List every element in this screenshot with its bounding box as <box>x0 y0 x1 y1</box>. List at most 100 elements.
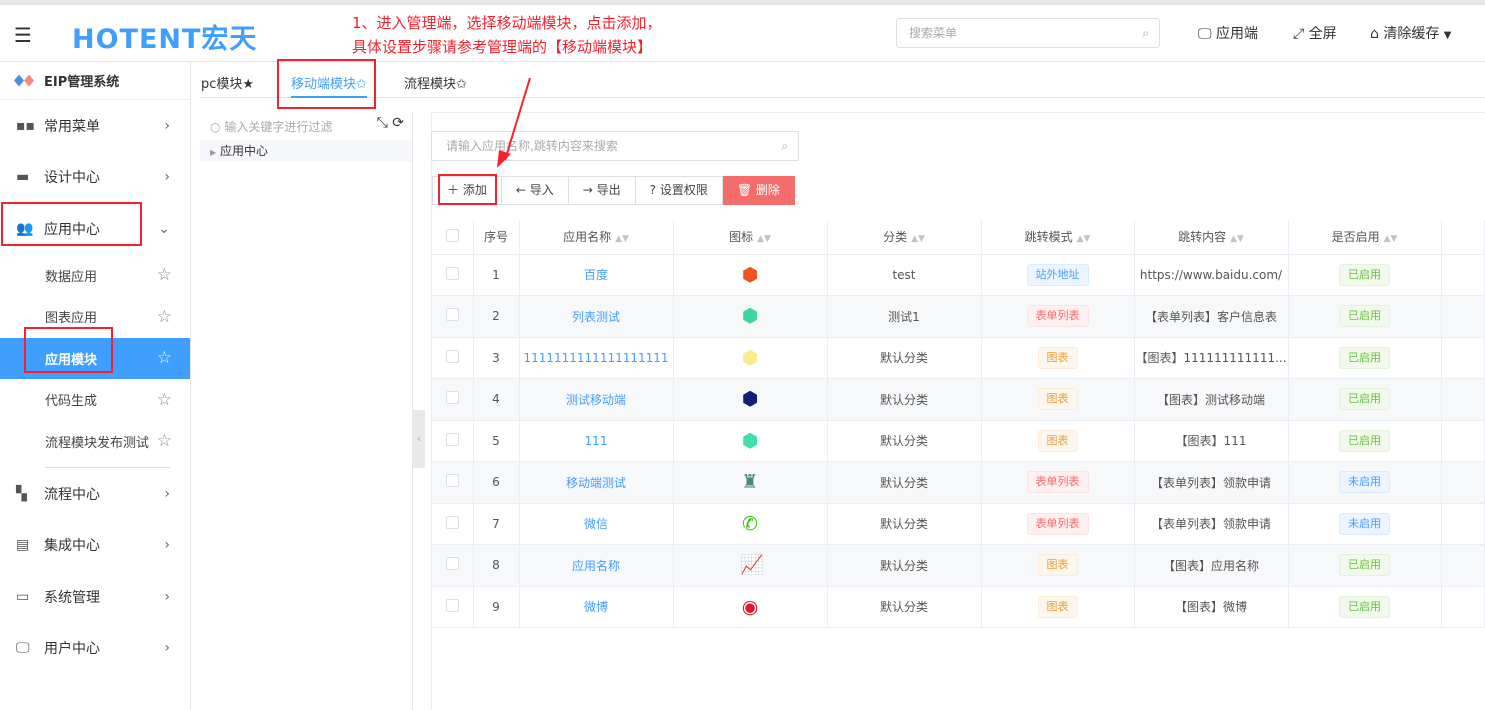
search-icon[interactable]: ⌕ <box>781 132 788 160</box>
row-checkbox[interactable] <box>445 266 459 280</box>
row-checkbox[interactable] <box>445 557 459 571</box>
sort-icon[interactable]: ▲▼ <box>911 234 925 244</box>
status-cell: 已启用 <box>1288 420 1442 462</box>
sidebar-sub-code-gen[interactable]: 代码生成 ☆ <box>0 379 190 421</box>
permission-button[interactable]: ? 设置权限 <box>635 176 723 205</box>
column-header[interactable]: 是否启用 ▲▼ <box>1288 220 1442 255</box>
expand-icon[interactable]: ⤡ <box>377 115 388 131</box>
status-cell: 已启用 <box>1288 378 1442 421</box>
refresh-icon[interactable]: ⟳ <box>392 115 404 131</box>
row-checkbox[interactable] <box>445 432 459 446</box>
category-cell: 默认分类 <box>827 420 982 462</box>
table-row[interactable]: 1 百度 ⬢ test 站外地址 https://www.baidu.com/已启用 <box>432 254 1485 296</box>
row-select-cell <box>432 461 474 504</box>
delete-button[interactable]: 🗑 删除 <box>722 176 795 205</box>
column-header[interactable]: 跳转内容 ▲▼ <box>1134 220 1289 255</box>
brand-name: EIP管理系统 <box>44 75 120 90</box>
cube-icon: ⬢ <box>741 388 759 411</box>
app-search-input[interactable]: 请输入应用名称,跳转内容来搜索 ⌕ <box>431 131 799 161</box>
table-row[interactable]: 9 微博 ◉ 默认分类 图表 【图表】微博 已启用 <box>432 586 1485 628</box>
sidebar-sub-data-app[interactable]: 数据应用 ☆ <box>0 255 190 297</box>
table-row[interactable]: 4 测试移动端 ⬢ 默认分类 图表 【图表】测试移动端 已启用 <box>432 378 1485 421</box>
search-icon: ○ <box>210 120 221 134</box>
app-name-link[interactable]: 测试移动端 <box>566 393 626 407</box>
sub-label: 代码生成 <box>45 394 98 410</box>
mode-tag: 表单列表 <box>1026 512 1089 535</box>
tree-panel: ○ 输入关键字进行过滤 ⤡ ⟳ ▶ 应用中心 <box>200 112 413 710</box>
apps-icon: ▚ <box>16 485 27 502</box>
icon-cell: ✆ <box>673 503 828 545</box>
sidebar-item-design-center[interactable]: ▬ 设计中心 › <box>0 152 190 204</box>
app-name-cell: 应用名称 <box>519 544 674 587</box>
tree-node-app-center[interactable]: ▶ 应用中心 <box>200 140 412 162</box>
table-row[interactable]: 3 1111111111111111111 ⬢ 默认分类 图表 【图表】111111111… <box>432 337 1485 379</box>
row-checkbox[interactable] <box>445 391 459 405</box>
table-row[interactable]: 6 移动端测试 ♜ 默认分类 表单列表 【表单列表】领款申请 未启用 <box>432 461 1485 504</box>
sidebar-item-user-center[interactable]: 🖵 用户中心 › <box>0 623 190 675</box>
import-button[interactable]: ← 导入 <box>501 176 569 205</box>
select-all-checkbox[interactable] <box>445 228 459 242</box>
row-checkbox[interactable] <box>445 598 459 612</box>
star-icon[interactable]: ☆ <box>157 348 172 368</box>
app-name-cell: 微信 <box>519 503 674 545</box>
star-icon[interactable]: ☆ <box>157 307 172 327</box>
column-header[interactable]: 应用名称 ▲▼ <box>519 220 674 255</box>
icon-cell: ◉ <box>673 586 828 628</box>
collapse-handle[interactable]: ‹ <box>413 410 425 468</box>
sidebar-sub-flow-publish[interactable]: 流程模块发布测试 ☆ <box>0 421 190 463</box>
sort-icon[interactable]: ▲▼ <box>615 234 629 244</box>
sort-icon[interactable]: ▲▼ <box>757 234 771 244</box>
tab-pc-module[interactable]: pc模块★ <box>201 73 254 92</box>
fullscreen-button[interactable]: ⤢ 全屏 <box>1293 23 1337 43</box>
export-button[interactable]: → 导出 <box>568 176 636 205</box>
annotation-line: 1、进入管理端，选择移动端模块，点击添加， <box>352 14 662 32</box>
tab-flow-module[interactable]: 流程模块✩ <box>404 73 467 92</box>
sidebar-item-flow-center[interactable]: ▚ 流程中心 › <box>0 468 190 520</box>
cube-icon: ⬢ <box>741 429 759 452</box>
sidebar-item-integration-center[interactable]: ▤ 集成中心 › <box>0 520 190 572</box>
app-name-link[interactable]: 应用名称 <box>572 559 620 573</box>
star-icon[interactable]: ☆ <box>157 431 172 451</box>
menu-toggle-icon[interactable]: ☰ <box>14 23 32 47</box>
row-checkbox[interactable] <box>445 349 459 363</box>
tree-filter-input[interactable]: ○ 输入关键字进行过滤 ⤡ ⟳ <box>200 112 412 140</box>
app-name-link[interactable]: 微信 <box>584 517 608 531</box>
content-cell: 【表单列表】客户信息表 <box>1134 295 1289 338</box>
sort-icon[interactable]: ▲▼ <box>1384 234 1398 244</box>
app-name-link[interactable]: 1111111111111111111 <box>523 351 668 365</box>
sidebar-item-system[interactable]: ▭ 系统管理 › <box>0 571 190 623</box>
basket-icon: ⌂ <box>1370 26 1379 42</box>
star-icon[interactable]: ☆ <box>157 265 172 285</box>
status-badge: 未启用 <box>1339 512 1390 535</box>
app-name-link[interactable]: 微博 <box>584 600 608 614</box>
app-end-button[interactable]: 🖵 应用端 <box>1198 23 1258 43</box>
row-checkbox[interactable] <box>445 474 459 488</box>
app-name-link[interactable]: 百度 <box>584 268 608 282</box>
table-row[interactable]: 8 应用名称 📈 默认分类 图表 【图表】应用名称 已启用 <box>432 544 1485 587</box>
annotation-line: 具体设置步骤请参考管理端的【移动端模块】 <box>352 38 653 56</box>
clear-cache-button[interactable]: ⌂ 清除缓存 ▼ <box>1370 23 1452 43</box>
star-icon[interactable]: ☆ <box>157 390 172 410</box>
table-row[interactable]: 2 列表测试 ⬢ 测试1 表单列表 【表单列表】客户信息表 已启用 <box>432 295 1485 338</box>
app-name-link[interactable]: 移动端测试 <box>566 476 626 490</box>
row-checkbox[interactable] <box>445 515 459 529</box>
app-name-cell: 百度 <box>519 254 674 296</box>
mode-cell: 图表 <box>981 586 1135 628</box>
app-name-link[interactable]: 111 <box>585 434 608 448</box>
header-label: 是否启用 <box>1331 230 1380 245</box>
column-header[interactable]: 跳转模式 ▲▼ <box>981 220 1135 255</box>
sidebar-item-common-menu[interactable]: ▪▪ 常用菜单 › <box>0 100 190 152</box>
app-name-link[interactable]: 列表测试 <box>572 310 620 324</box>
search-icon[interactable]: ⌕ <box>1142 19 1149 47</box>
row-checkbox[interactable] <box>445 308 459 322</box>
sort-icon[interactable]: ▲▼ <box>1077 234 1091 244</box>
table-row[interactable]: 5 111 ⬢ 默认分类 图表 【图表】111 已启用 <box>432 420 1485 462</box>
column-header[interactable]: 图标 ▲▼ <box>673 220 828 255</box>
menu-search-input[interactable]: 搜索菜单 ⌕ <box>896 18 1160 48</box>
sort-icon[interactable]: ▲▼ <box>1230 234 1244 244</box>
table-row[interactable]: 7 微信 ✆ 默认分类 表单列表 【表单列表】领款申请 未启用 <box>432 503 1485 545</box>
column-header[interactable]: 分类 ▲▼ <box>827 220 982 255</box>
row-number: 5 <box>473 420 520 462</box>
mode-tag: 图表 <box>1037 429 1078 452</box>
chevron-right-icon: › <box>164 117 170 134</box>
